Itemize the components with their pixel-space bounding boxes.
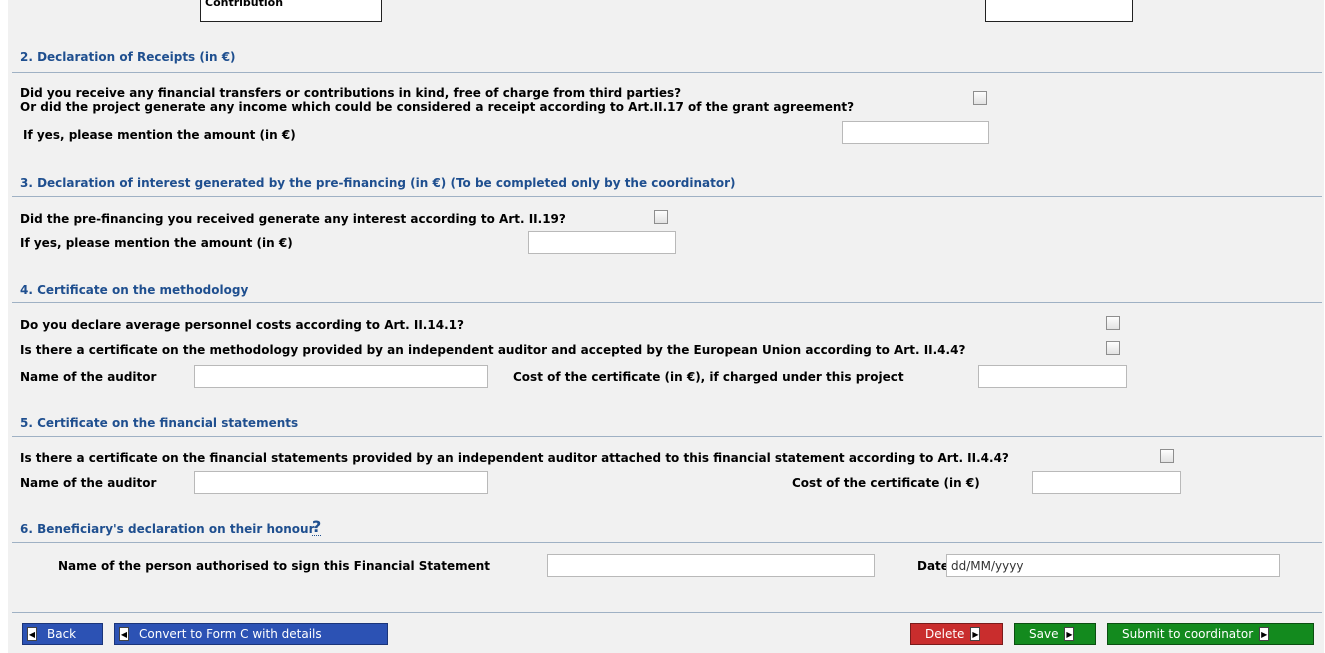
methodology-auditor-input[interactable] [194,365,488,388]
interest-question: Did the pre-financing you received gener… [20,212,566,226]
receipts-amount-input[interactable] [842,121,989,144]
receipts-checkbox[interactable] [973,91,987,105]
section-methodology-title: 4. Certificate on the methodology [20,283,249,297]
section-honour-title: 6. Beneficiary's declaration on their ho… [20,522,315,536]
save-button[interactable]: Save ▶ [1014,623,1096,645]
methodology-auditor-label: Name of the auditor [20,370,157,384]
section-divider [12,542,1322,543]
back-button[interactable]: ◀ Back [22,623,103,645]
receipts-amount-label: If yes, please mention the amount (in €) [23,128,296,142]
section-divider [12,302,1322,303]
methodology-q2-checkbox[interactable] [1106,341,1120,355]
interest-checkbox[interactable] [654,210,668,224]
section-divider [12,72,1322,73]
convert-button-label: Convert to Form C with details [139,627,322,641]
methodology-cost-label: Cost of the certificate (in €), if charg… [513,370,904,384]
submit-coordinator-button[interactable]: Submit to coordinator ▶ [1107,623,1314,645]
section-receipts-title: 2. Declaration of Receipts (in €) [20,50,236,64]
receipts-question-line2: Or did the project generate any income w… [20,100,855,114]
financial-cost-input[interactable] [1032,471,1181,494]
financial-question: Is there a certificate on the financial … [20,451,1009,465]
methodology-q1-checkbox[interactable] [1106,316,1120,330]
triangle-right-icon: ▶ [1259,627,1270,641]
triangle-left-icon: ◀ [119,627,129,641]
delete-button-label: Delete [925,627,965,641]
financial-checkbox[interactable] [1160,449,1174,463]
triangle-right-icon: ▶ [970,627,981,641]
section-interest-title: 3. Declaration of interest generated by … [20,176,736,190]
help-icon[interactable]: ? [312,519,322,536]
financial-cost-label: Cost of the certificate (in €) [792,476,980,490]
section-divider [12,436,1322,437]
section-divider [12,196,1322,197]
convert-form-c-button[interactable]: ◀ Convert to Form C with details [114,623,388,645]
interest-amount-input[interactable] [528,231,676,254]
section-honour-title-text: 6. Beneficiary's declaration on their ho… [20,522,315,536]
submit-button-label: Submit to coordinator [1122,627,1254,641]
interest-amount-label: If yes, please mention the amount (in €) [20,236,293,250]
signer-input[interactable] [547,554,875,577]
methodology-cost-input[interactable] [978,365,1127,388]
footer-divider [12,612,1322,613]
back-button-label: Back [47,627,77,641]
triangle-right-icon: ▶ [1064,627,1075,641]
contribution-field[interactable]: Contribution [200,0,382,22]
methodology-question-1: Do you declare average personnel costs a… [20,318,464,332]
triangle-left-icon: ◀ [27,627,37,641]
section-financial-title: 5. Certificate on the financial statemen… [20,416,299,430]
top-right-field[interactable] [985,0,1133,22]
signer-label: Name of the person authorised to sign th… [58,559,491,573]
save-button-label: Save [1029,627,1059,641]
financial-auditor-label: Name of the auditor [20,476,157,490]
date-label: Date [917,559,949,573]
financial-auditor-input[interactable] [194,471,488,494]
delete-button[interactable]: Delete ▶ [910,623,1003,645]
methodology-question-2: Is there a certificate on the methodolog… [20,343,966,357]
contribution-field-text: Contribution [205,0,284,9]
date-input[interactable] [946,554,1280,577]
receipts-question-line1: Did you receive any financial transfers … [20,86,682,100]
